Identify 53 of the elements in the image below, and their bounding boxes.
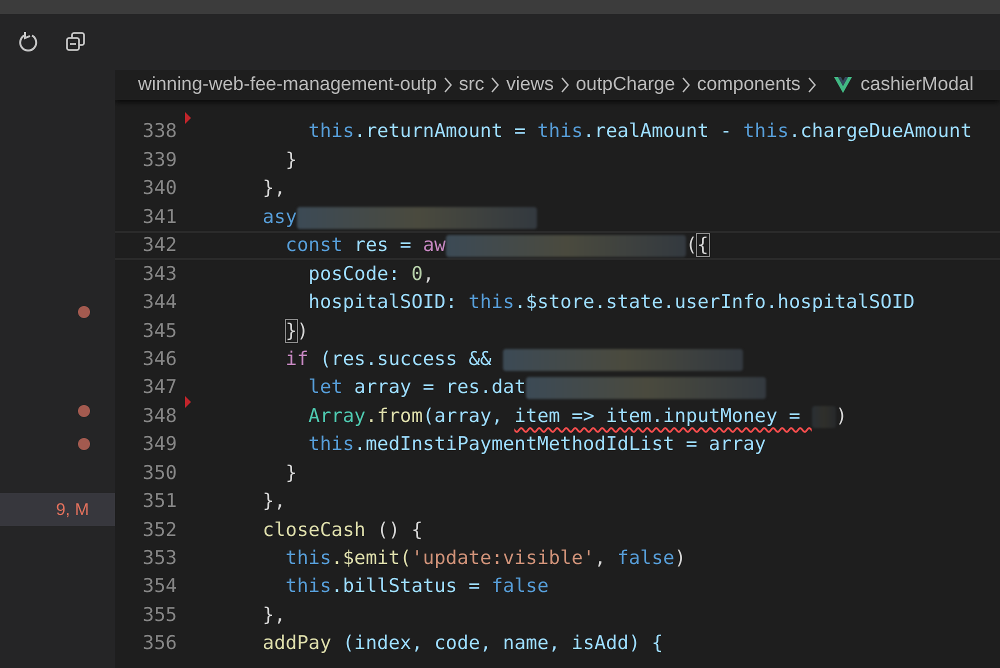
code-line: this.$emit('update:visible', false)	[284, 546, 686, 572]
line-number: 354	[142, 574, 177, 600]
line-number: 346	[142, 346, 177, 372]
code-line: this.billStatus = false	[284, 574, 549, 600]
line-number: 343	[142, 262, 177, 287]
chevron-icon	[806, 76, 817, 94]
line-number: 353	[142, 546, 177, 572]
code-line: posCode: 0,	[307, 262, 434, 287]
code-line: },	[262, 602, 286, 628]
line-number: 338	[142, 119, 177, 144]
sidebar-row[interactable]: 9, M	[0, 493, 115, 526]
code-line: }	[284, 148, 297, 173]
line-number: 347	[142, 375, 177, 400]
code-line: const res = aw ({	[284, 233, 709, 260]
line-number: 356	[142, 631, 177, 656]
line-number: 339	[142, 148, 177, 173]
line-number: 351	[142, 489, 177, 514]
line-number: 342	[142, 233, 177, 258]
breadcrumb-item[interactable]: components	[697, 70, 801, 100]
code-line: },	[262, 489, 286, 514]
line-number: 352	[142, 518, 177, 543]
chevron-icon	[560, 76, 570, 94]
chevron-icon	[490, 76, 500, 94]
refresh-icon	[17, 31, 39, 53]
chevron-icon	[681, 76, 692, 94]
code-line: closeCash () {	[262, 518, 423, 543]
code-line: let array = res.dat	[194, 373, 766, 402]
code-line: addPay (index, code, name, isAdd) {	[262, 631, 664, 656]
code-line: this.medInstiPaymentMethodIdList = array	[307, 432, 766, 458]
chevron-icon	[442, 76, 453, 94]
status-label: 9, M	[56, 498, 89, 521]
line-number: 350	[142, 460, 177, 486]
breadcrumb-item[interactable]: outpCharge	[576, 70, 676, 100]
breadcrumb-item[interactable]: views	[506, 70, 554, 100]
code-line: },	[262, 176, 286, 202]
vue-file-icon	[832, 76, 853, 94]
line-number: 341	[142, 204, 177, 230]
code-line: this.returnAmount = this.realAmount - this.chargeDueAmount	[307, 119, 972, 144]
code-line: }	[284, 460, 297, 486]
line-number: 340	[142, 176, 177, 202]
line-number: 345	[142, 318, 177, 344]
line-number: 348	[142, 404, 177, 429]
line-number: 349	[142, 432, 177, 458]
breadcrumb-item[interactable]: cashierModal	[860, 70, 974, 100]
code-line: if (res.success &&	[194, 344, 743, 374]
breadcrumb-item[interactable]: src	[458, 70, 484, 100]
breadcrumb-item[interactable]: winning-web-fee-management-outp	[138, 70, 437, 100]
line-number: 355	[142, 602, 177, 628]
code-line: Array.from(array, item => item.inputMoney = )	[307, 404, 848, 430]
code-line: })	[284, 318, 308, 344]
line-number: 344	[142, 290, 177, 316]
code-line: hospitalSOID: this.$store.state.userInfo.hospitalSOID	[307, 290, 915, 316]
collapse-all-icon	[65, 31, 87, 53]
